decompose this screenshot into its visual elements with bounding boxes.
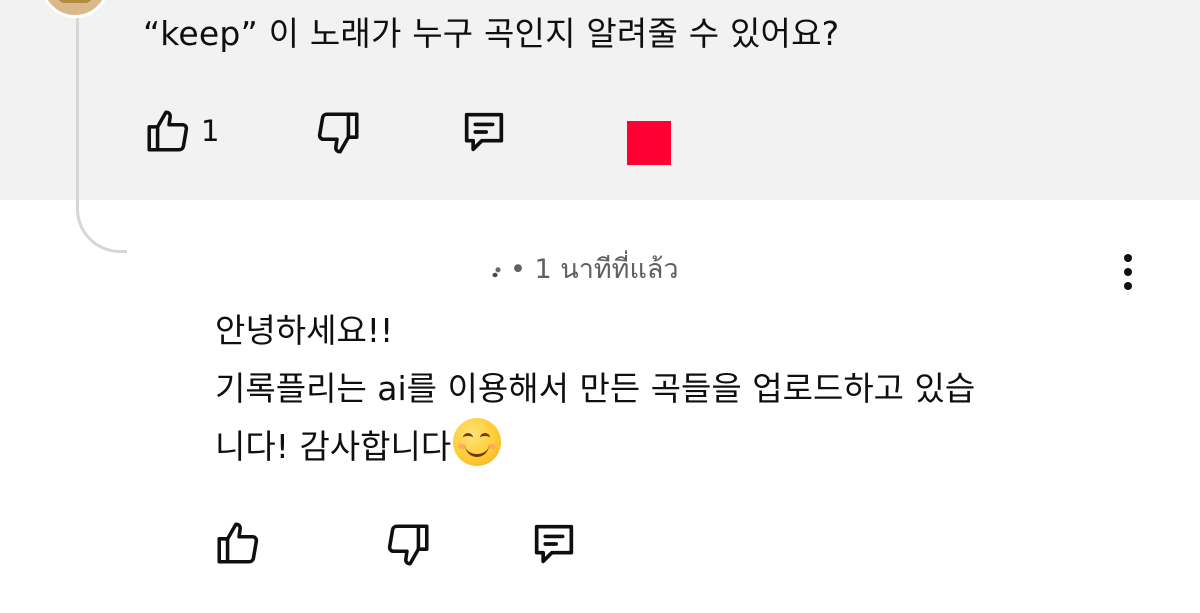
comment-text: “keep” 이 노래가 누구 곡인지 알려줄 수 있어요? (143, 14, 840, 53)
reply-thread-line (76, 18, 127, 253)
more-vertical-icon[interactable] (1112, 250, 1144, 294)
parent-comment: “keep” 이 노래가 누구 곡인지 알려줄 수 있어요? 1 (0, 0, 1200, 253)
reply-like-button[interactable] (213, 518, 263, 568)
thumbs-up-icon (143, 106, 193, 156)
like-button[interactable]: 1 (143, 106, 219, 156)
reply-button[interactable] (458, 106, 510, 158)
reply-dislike-button[interactable] (383, 520, 433, 570)
thumbs-up-icon (213, 518, 263, 568)
redacted-author-name (180, 248, 510, 288)
comment-icon (458, 106, 510, 158)
reply-timestamp: • 1 นาทีที่แล้ว (510, 253, 679, 285)
reply-reply-button[interactable] (528, 518, 580, 570)
reply-header: • 1 นาทีที่แล้ว (180, 240, 679, 296)
reply-line: 기록플리는 ai를 이용해서 만든 곡들을 업로드하고 있습 (215, 369, 976, 408)
smiling-face-icon (453, 418, 502, 466)
reply-text: 안녕하세요!! 기록플리는 ai를 이용해서 만든 곡들을 업로드하고 있습 니… (215, 302, 1115, 476)
reply-line: 안녕하세요!! (215, 311, 394, 350)
like-count: 1 (201, 114, 220, 148)
thumbs-down-icon (383, 520, 433, 570)
reply-line: 니다! 감사합니다 (215, 418, 1115, 476)
dislike-button[interactable] (313, 108, 363, 158)
red-marker (627, 121, 671, 165)
thumbs-down-icon (313, 108, 363, 158)
avatar[interactable] (40, 0, 110, 18)
comment-icon (528, 518, 580, 570)
